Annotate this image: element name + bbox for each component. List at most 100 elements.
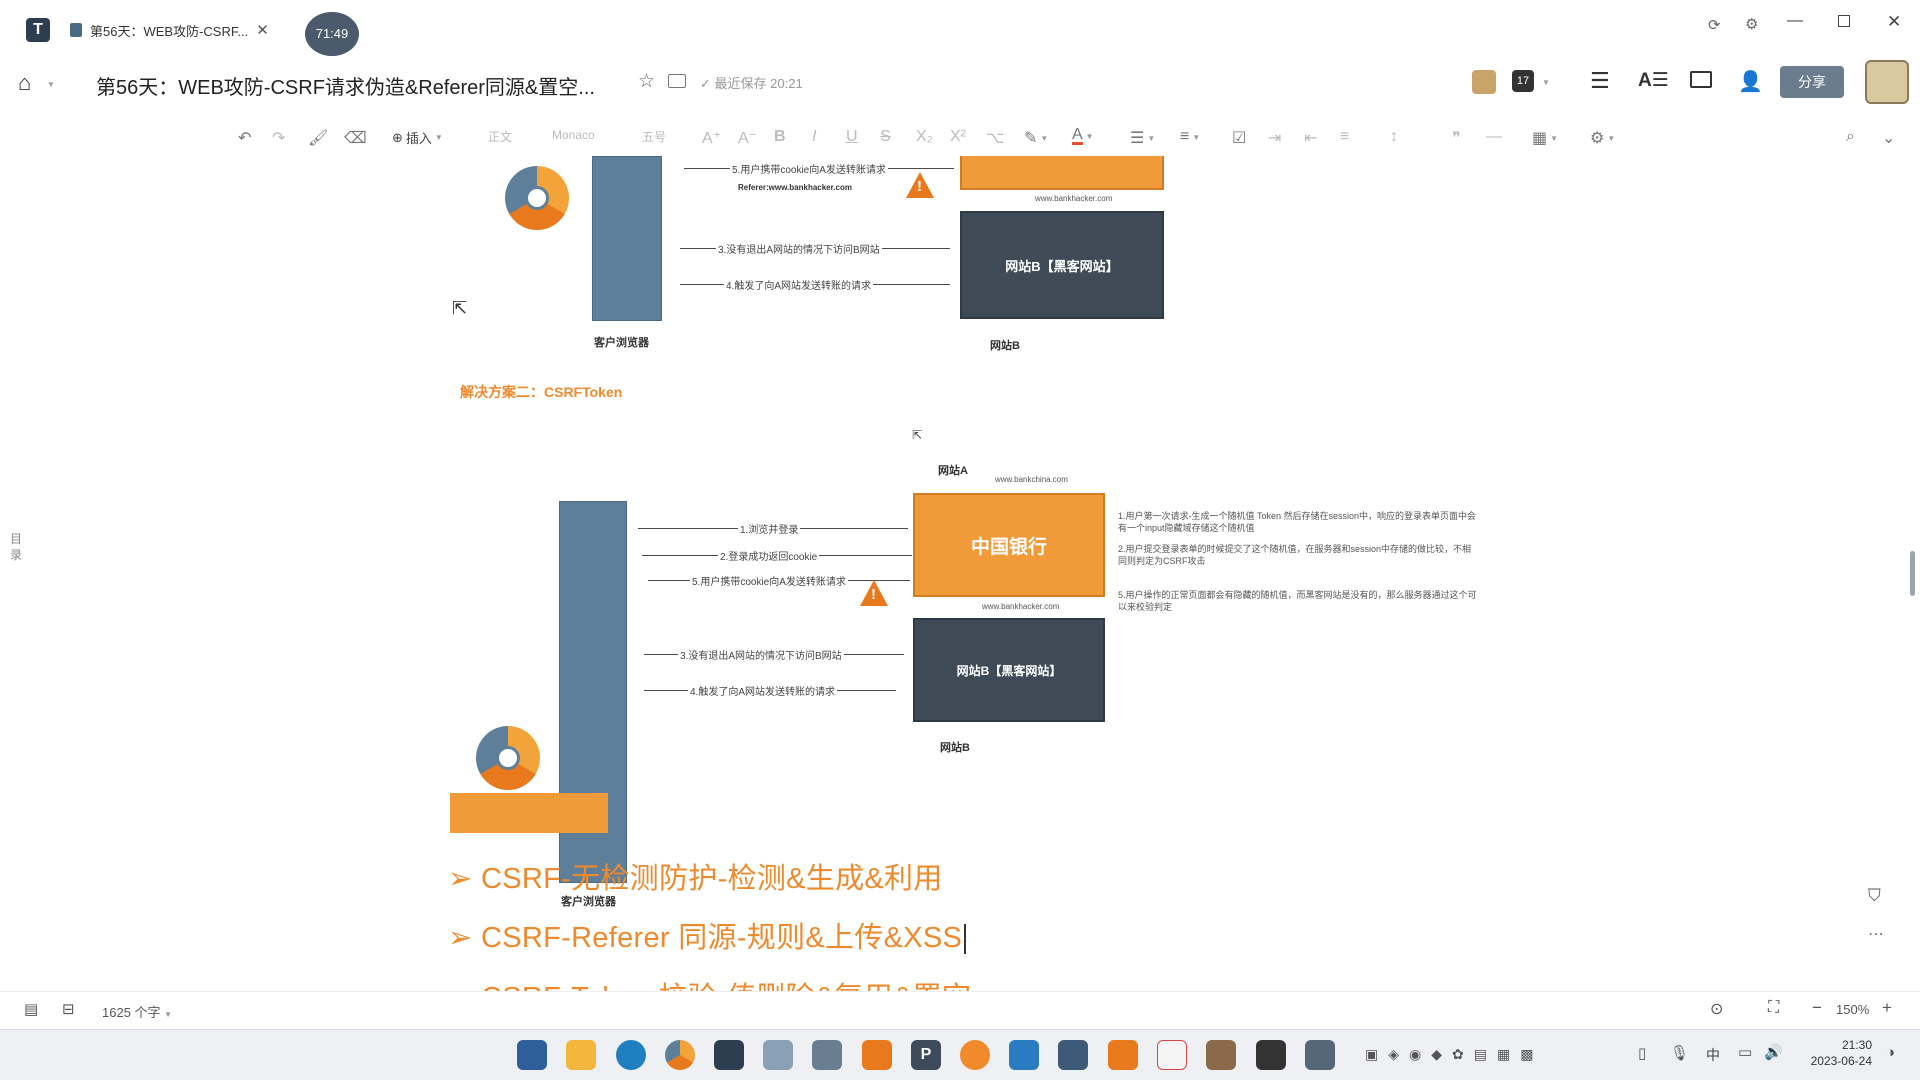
refresh-icon[interactable]: ⟳ <box>1708 16 1721 34</box>
minimize-button[interactable]: — <box>1787 12 1803 30</box>
code-icon[interactable]: ⌥ <box>986 128 1004 148</box>
star-icon[interactable]: ☆ <box>638 70 655 93</box>
clock[interactable]: 21:30 2023-06-24 <box>1800 1037 1872 1069</box>
insert-button[interactable]: ⊕ 插入 ▼ <box>392 128 443 147</box>
share-button[interactable]: 分享 <box>1780 66 1844 98</box>
network-icon[interactable]: ▭ <box>1738 1043 1752 1061</box>
word-count[interactable]: 1625 个字 ▼ <box>102 1002 172 1021</box>
heading-csrf-token[interactable]: ➢ CSRF-Token 校验-值删除&复用&置空 <box>448 974 971 991</box>
document-tab[interactable]: 第56天：WEB攻防-CSRF... ✕ <box>70 16 290 44</box>
taskbar-typora-icon[interactable] <box>714 1040 744 1070</box>
bold-icon[interactable]: B <box>774 128 786 146</box>
taskbar-java-icon[interactable] <box>1157 1040 1187 1070</box>
undo-icon[interactable]: ↶ <box>238 128 251 148</box>
align-icon[interactable]: ≡ <box>1340 128 1349 146</box>
taskbar-pycharm-icon[interactable]: P <box>911 1040 941 1070</box>
maximize-button[interactable] <box>1838 15 1850 27</box>
plugin-icon[interactable]: ⚙ ▼ <box>1590 128 1615 148</box>
app-logo-icon[interactable]: T <box>26 18 50 42</box>
taskbar-app-6-icon[interactable] <box>763 1040 793 1070</box>
feedback-icon[interactable]: ⛉ <box>1868 886 1881 906</box>
user-avatar[interactable] <box>1865 60 1909 104</box>
home-icon[interactable]: ⌂ <box>18 70 31 96</box>
settings-icon[interactable]: ⚙ <box>1745 15 1758 33</box>
paragraph-style-select[interactable]: 正文 <box>488 128 512 145</box>
taskbar-app-17-icon[interactable] <box>1305 1040 1335 1070</box>
strikethrough-icon[interactable]: S <box>880 128 891 146</box>
clear-format-icon[interactable]: ⌫ <box>344 128 367 148</box>
taskbar-firefox-icon[interactable] <box>960 1040 990 1070</box>
taskbar-app-7-icon[interactable] <box>812 1040 842 1070</box>
taskbar-sublime-icon[interactable] <box>1108 1040 1138 1070</box>
scrollbar-thumb[interactable] <box>1910 551 1915 596</box>
taskbar-burp-icon[interactable] <box>862 1040 892 1070</box>
tray-app-5-icon[interactable]: ✿ <box>1452 1046 1464 1063</box>
expand-toolbar-icon[interactable]: ⌄ <box>1882 128 1895 148</box>
font-settings-icon[interactable]: A☰ <box>1638 69 1669 92</box>
taskbar-app-15-icon[interactable] <box>1206 1040 1236 1070</box>
page-layout-icon[interactable]: ⊟ <box>62 1000 75 1018</box>
usb-icon[interactable]: ▯ <box>1638 1044 1646 1062</box>
highlight-icon[interactable]: ✎ ▼ <box>1024 128 1048 148</box>
document-canvas[interactable]: 目录 客户浏览器 www.bankhacker.com 5.用户携带cookie… <box>0 156 1920 991</box>
document-title[interactable]: 第56天：WEB攻防-CSRF请求伪造&Referer同源&置空... <box>96 71 595 100</box>
table-icon[interactable]: ▦ ▼ <box>1532 128 1558 148</box>
line-spacing-icon[interactable]: ↕ <box>1390 128 1398 146</box>
checklist-icon[interactable]: ☑ <box>1232 128 1246 148</box>
collaborator-count-badge[interactable]: 17 <box>1512 70 1534 92</box>
tray-app-8-icon[interactable]: ▩ <box>1520 1046 1533 1063</box>
zoom-out-button[interactable]: − <box>1812 998 1822 1018</box>
taskbar-vscode-icon[interactable] <box>1009 1040 1039 1070</box>
subscript-icon[interactable]: X₂ <box>916 128 933 146</box>
taskbar-start-icon[interactable] <box>517 1040 547 1070</box>
font-color-icon[interactable]: A ▼ <box>1072 127 1094 145</box>
move-folder-icon[interactable] <box>668 74 686 88</box>
tray-app-7-icon[interactable]: ▦ <box>1497 1046 1510 1063</box>
collaborators-dropdown-icon[interactable]: ▼ <box>1542 78 1550 87</box>
heading-csrf-no-protection[interactable]: ➢ CSRF-无检测防护-检测&生成&利用 <box>448 855 943 897</box>
font-size-select[interactable]: 五号 <box>642 128 666 145</box>
superscript-icon[interactable]: X² <box>950 128 966 146</box>
taskbar-chrome-icon[interactable] <box>665 1040 695 1070</box>
increase-font-icon[interactable]: A⁺ <box>702 128 721 148</box>
fullscreen-icon[interactable]: ⛶ <box>1768 999 1779 1017</box>
mic-icon[interactable]: 🎙 <box>1670 1044 1689 1062</box>
zoom-in-button[interactable]: + <box>1882 998 1892 1018</box>
quote-icon[interactable]: ❞ <box>1452 128 1461 148</box>
collaborator-avatar[interactable] <box>1472 70 1496 94</box>
numbered-list-icon[interactable]: ≡ ▼ <box>1180 128 1200 146</box>
home-dropdown-icon[interactable]: ▼ <box>47 80 55 89</box>
format-painter-icon[interactable]: 🖌 <box>308 128 328 148</box>
decrease-font-icon[interactable]: A⁻ <box>738 128 757 148</box>
underline-icon[interactable]: U <box>846 128 858 146</box>
zoom-level[interactable]: 150% <box>1836 1002 1869 1017</box>
tray-app-4-icon[interactable]: ◆ <box>1431 1046 1442 1063</box>
close-tab-icon[interactable]: ✕ <box>256 21 269 39</box>
present-icon[interactable] <box>1690 71 1712 88</box>
add-member-icon[interactable]: 👤 <box>1738 69 1763 94</box>
taskbar-terminal-icon[interactable] <box>1256 1040 1286 1070</box>
more-icon[interactable]: ⋯ <box>1868 924 1884 944</box>
divider-icon[interactable]: — <box>1486 128 1502 146</box>
ime-indicator[interactable]: 中 <box>1706 1045 1720 1065</box>
tray-app-2-icon[interactable]: ◈ <box>1388 1046 1399 1063</box>
toc-toggle[interactable]: 目录 <box>10 531 24 563</box>
taskbar-explorer-icon[interactable] <box>566 1040 596 1070</box>
outdent-icon[interactable]: ⇤ <box>1304 128 1317 148</box>
volume-icon[interactable]: 🔊 <box>1764 1043 1783 1061</box>
tray-app-3-icon[interactable]: ◉ <box>1409 1046 1421 1063</box>
redo-icon[interactable]: ↷ <box>272 128 285 148</box>
indent-icon[interactable]: ⇥ <box>1268 128 1281 148</box>
tray-icons[interactable]: ▣ ◈ ◉ ◆ ✿ ▤ ▦ ▩ <box>1365 1046 1533 1063</box>
heading-csrf-referer[interactable]: ➢ CSRF-Referer 同源-规则&上传&XSS <box>448 914 967 956</box>
font-family-select[interactable]: Monaco <box>552 128 595 142</box>
menu-icon[interactable]: ☰ <box>1590 68 1610 94</box>
taskbar-edge-icon[interactable] <box>616 1040 646 1070</box>
notification-icon[interactable]: ◑ <box>1886 1044 1895 1061</box>
taskbar-app-12-icon[interactable] <box>1058 1040 1088 1070</box>
close-window-button[interactable]: ✕ <box>1887 12 1901 32</box>
outline-icon[interactable]: ▤ <box>24 1000 38 1018</box>
play-icon[interactable]: ⊙ <box>1710 999 1723 1019</box>
tray-app-6-icon[interactable]: ▤ <box>1474 1046 1487 1063</box>
tray-app-1-icon[interactable]: ▣ <box>1365 1046 1378 1063</box>
